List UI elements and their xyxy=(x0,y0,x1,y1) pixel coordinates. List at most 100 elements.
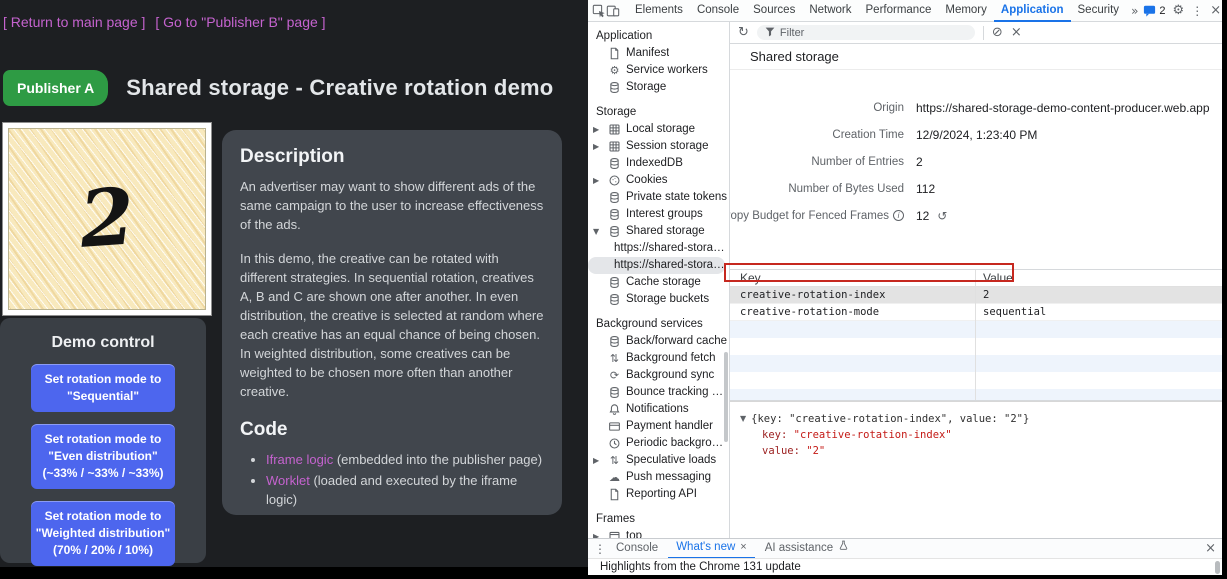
shared-storage-panel: ↻ Filter ⊘ × Shared storage Origin https… xyxy=(730,22,1222,538)
bullet-text: (embedded into the publisher page) xyxy=(333,452,542,467)
chevron-right-icon[interactable]: ▶ xyxy=(593,452,599,469)
set-sequential-button[interactable]: Set rotation mode to "Sequential" xyxy=(31,364,175,412)
page-title: Shared storage - Creative rotation demo xyxy=(126,75,553,101)
devtools-close-icon[interactable]: × xyxy=(1210,3,1221,18)
publisher-b-link[interactable]: [ Go to "Publisher B" page ] xyxy=(155,14,325,30)
info-icon[interactable]: i xyxy=(893,210,904,221)
key-value-table: Key Value creative-rotation-index 2 crea… xyxy=(730,269,1222,401)
sidebar-item-background-fetch[interactable]: ⇅ Background fetch xyxy=(588,350,729,367)
sidebar-item-indexeddb[interactable]: IndexedDB xyxy=(588,155,729,172)
button-line: Set rotation mode to xyxy=(34,371,172,388)
drawer-menu-icon[interactable]: ⋮ xyxy=(594,542,606,556)
sidebar-item-local-storage[interactable]: ▶ Local storage xyxy=(588,121,729,138)
drawer-tab-ai-assistance[interactable]: AI assistance xyxy=(757,539,857,559)
horizontal-scrollbar[interactable] xyxy=(1215,561,1220,574)
sidebar-item-notifications[interactable]: Notifications xyxy=(588,401,729,418)
field-number-of-entries: Number of Entries 2 xyxy=(730,148,1222,175)
sidebar-item-background-sync[interactable]: ⟳ Background sync xyxy=(588,367,729,384)
sidebar-item-bounce-tracking[interactable]: Bounce tracking miti… xyxy=(588,384,729,401)
clear-icon[interactable]: ⊘ xyxy=(992,25,1003,40)
field-number-of-bytes-used: Number of Bytes Used 112 xyxy=(730,175,1222,202)
refresh-icon[interactable]: ↻ xyxy=(738,25,749,40)
column-header-value[interactable]: Value xyxy=(975,271,1013,285)
field-label: Number of Bytes Used xyxy=(788,183,904,195)
drawer-tab-whats-new[interactable]: What's new × xyxy=(668,539,755,559)
cell-key: creative-rotation-index xyxy=(730,289,975,301)
sidebar-item-storage[interactable]: Storage xyxy=(588,79,729,96)
sidebar-item-reporting-api[interactable]: Reporting API xyxy=(588,486,729,503)
reset-budget-icon[interactable]: ↺ xyxy=(937,209,947,223)
button-line: "Sequential" xyxy=(34,388,172,405)
column-divider[interactable] xyxy=(975,270,976,400)
set-even-distribution-button[interactable]: Set rotation mode to "Even distribution"… xyxy=(31,424,175,489)
table-row[interactable]: creative-rotation-mode sequential xyxy=(730,304,1222,321)
tab-close-icon[interactable]: × xyxy=(740,538,746,557)
worklet-link[interactable]: Worklet xyxy=(266,473,310,488)
tab-sources[interactable]: Sources xyxy=(746,0,802,22)
field-value: 12/9/2024, 1:23:40 PM xyxy=(916,128,1037,142)
sidebar-scrollbar[interactable] xyxy=(724,352,728,442)
table-header: Key Value xyxy=(730,270,1222,287)
whats-new-status-bar: Highlights from the Chrome 131 update xyxy=(588,558,1222,575)
tab-application[interactable]: Application xyxy=(994,0,1071,22)
sidebar-item-top-frame[interactable]: ▶ top xyxy=(588,528,729,538)
gear-icon: ⚙ xyxy=(608,64,621,77)
sidebar-item-back-forward-cache[interactable]: Back/forward cache xyxy=(588,333,729,350)
sidebar-item-push-messaging[interactable]: ☁ Push messaging xyxy=(588,469,729,486)
tab-console[interactable]: Console xyxy=(690,0,746,22)
issues-badge[interactable]: 2 xyxy=(1143,5,1165,17)
devtools-menu-icon[interactable]: ⋮ xyxy=(1191,4,1203,18)
demo-control-title: Demo control xyxy=(0,334,206,352)
sidebar-item-periodic-background-sync[interactable]: Periodic backgroun… xyxy=(588,435,729,452)
list-item: Worklet (loaded and executed by the ifra… xyxy=(266,471,544,509)
settings-gear-icon[interactable]: ⚙ xyxy=(1173,3,1185,18)
table-icon xyxy=(608,140,621,153)
return-to-main-link[interactable]: [ Return to main page ] xyxy=(3,14,145,30)
chevron-right-icon[interactable]: ▶ xyxy=(593,528,599,538)
column-header-key[interactable]: Key xyxy=(730,271,975,285)
sidebar-item-cookies[interactable]: ▶ Cookies xyxy=(588,172,729,189)
tab-performance[interactable]: Performance xyxy=(859,0,939,22)
drawer-tab-console[interactable]: Console xyxy=(608,539,666,559)
sidebar-item-private-state-tokens[interactable]: Private state tokens xyxy=(588,189,729,206)
property-name: key: xyxy=(762,429,787,441)
chevron-right-icon[interactable]: ▶ xyxy=(593,172,599,189)
set-weighted-distribution-button[interactable]: Set rotation mode to "Weighted distribut… xyxy=(31,501,175,566)
sidebar-item-payment-handler[interactable]: Payment handler xyxy=(588,418,729,435)
drawer-close-icon[interactable]: × xyxy=(1205,541,1216,556)
property-value: "2" xyxy=(806,445,825,457)
sidebar-item-storage-buckets[interactable]: Storage buckets xyxy=(588,291,729,308)
tab-memory[interactable]: Memory xyxy=(938,0,994,22)
database-icon xyxy=(608,208,621,221)
sidebar-item-manifest[interactable]: Manifest xyxy=(588,45,729,62)
sidebar-item-shared-storage-origin-2[interactable]: https://shared-storage… xyxy=(588,257,725,274)
sidebar-item-speculative-loads[interactable]: ▶ ⇅ Speculative loads xyxy=(588,452,729,469)
sidebar-item-service-workers[interactable]: ⚙ Service workers xyxy=(588,62,729,79)
button-line: (70% / 20% / 10%) xyxy=(34,542,172,559)
delete-selected-icon[interactable]: × xyxy=(1011,25,1022,40)
chevron-right-icon[interactable]: ▶ xyxy=(593,121,599,138)
filter-input[interactable]: Filter xyxy=(757,25,975,40)
devtools-body: Application Manifest ⚙ Service workers S… xyxy=(588,22,1222,538)
more-tabs-icon[interactable]: » xyxy=(1126,4,1143,18)
device-toolbar-icon[interactable] xyxy=(606,3,620,19)
iframe-logic-link[interactable]: Iframe logic xyxy=(266,452,333,467)
tab-network[interactable]: Network xyxy=(802,0,858,22)
property-value: "creative-rotation-index" xyxy=(794,429,952,441)
tab-security[interactable]: Security xyxy=(1071,0,1127,22)
chevron-down-icon[interactable]: ▼ xyxy=(740,411,746,427)
table-row[interactable]: creative-rotation-index 2 xyxy=(730,287,1222,304)
sidebar-item-cache-storage[interactable]: Cache storage xyxy=(588,274,729,291)
chevron-down-icon[interactable]: ▼ xyxy=(593,223,599,240)
filter-placeholder: Filter xyxy=(780,27,804,39)
chevron-right-icon[interactable]: ▶ xyxy=(593,138,599,155)
sidebar-item-shared-storage[interactable]: ▼ Shared storage xyxy=(588,223,729,240)
issues-count: 2 xyxy=(1159,5,1165,17)
sidebar-item-interest-groups[interactable]: Interest groups xyxy=(588,206,729,223)
inspect-element-icon[interactable] xyxy=(592,3,606,19)
status-text: Highlights from the Chrome 131 update xyxy=(600,561,801,573)
sidebar-item-shared-storage-origin-1[interactable]: https://shared-storage… xyxy=(588,240,729,257)
tab-elements[interactable]: Elements xyxy=(628,0,690,22)
sidebar-item-session-storage[interactable]: ▶ Session storage xyxy=(588,138,729,155)
database-icon xyxy=(608,81,621,94)
